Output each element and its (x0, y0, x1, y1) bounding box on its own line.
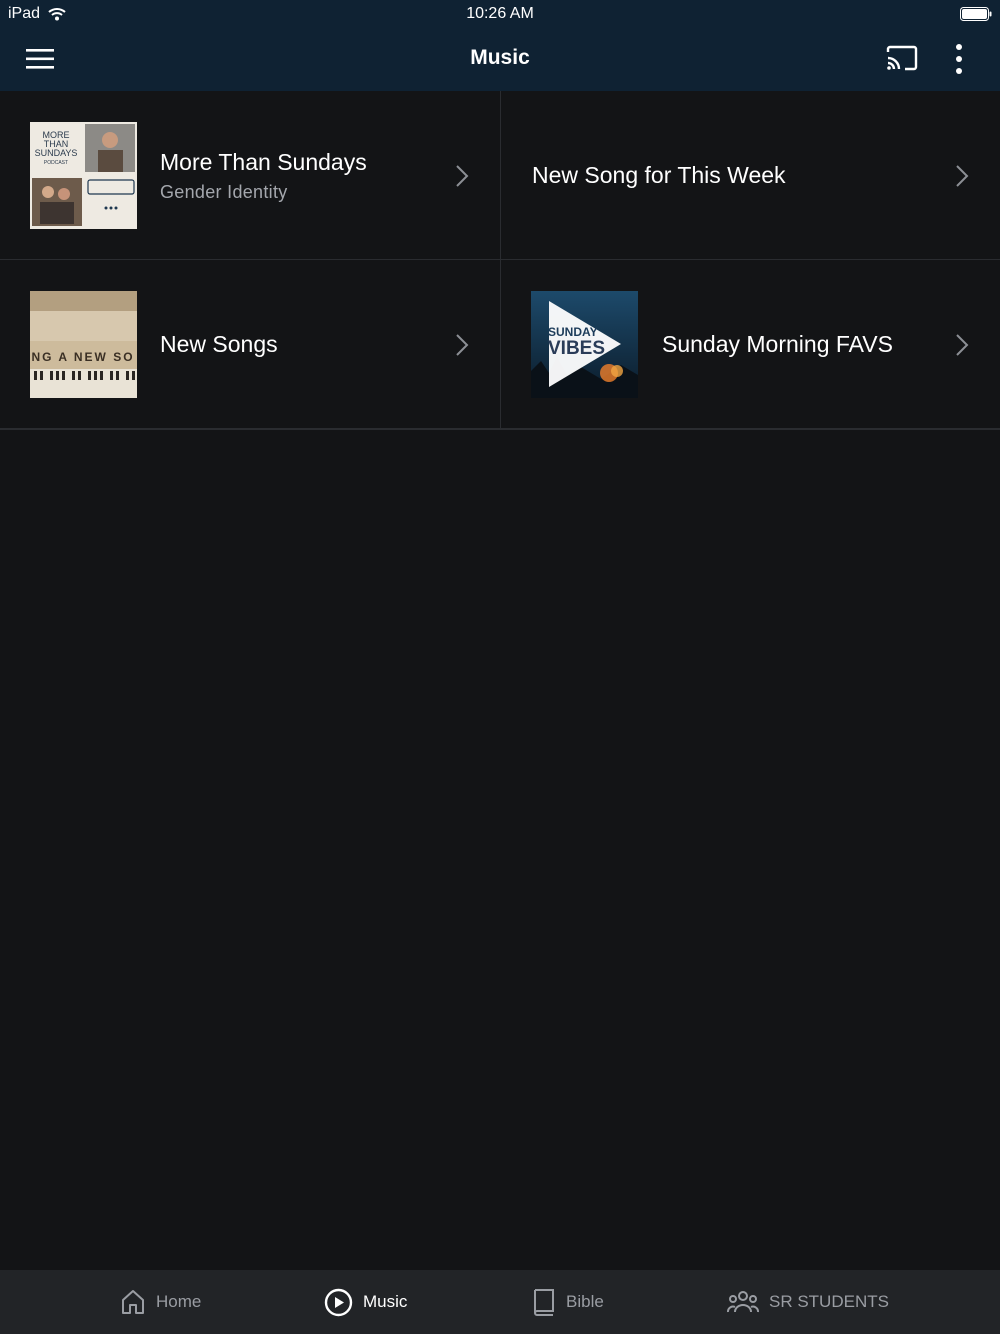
sunday-vibes-artwork-image: SUNDAY VIBES (531, 291, 638, 398)
book-icon (534, 1289, 554, 1316)
group-icon (727, 1291, 759, 1313)
tab-sr-students[interactable]: SR STUDENTS (727, 1270, 889, 1334)
chevron-right-icon (456, 165, 469, 187)
chevron-right-icon (456, 334, 469, 356)
tab-bible[interactable]: Bible (532, 1270, 604, 1334)
thumb-text-4: PODCAST (44, 160, 68, 166)
page-title: Music (470, 46, 530, 69)
tab-music[interactable]: Music (324, 1270, 407, 1334)
tab-label: Bible (566, 1292, 604, 1311)
more-than-sundays-podcast-artwork: MORE THAN SUNDAYS PODCAST (30, 122, 137, 229)
more-vertical-icon[interactable] (944, 42, 974, 76)
thumb-text-1: SUNDAY (548, 325, 598, 339)
thumb-text: NG A NEW SO (31, 350, 134, 364)
status-time: 10:26 AM (466, 5, 534, 22)
item-text: New Songs (160, 260, 278, 429)
navigation-bar: Music (0, 28, 1000, 91)
tab-label: Home (156, 1292, 202, 1311)
tab-home[interactable]: Home (120, 1270, 201, 1334)
chevron-right-icon (956, 165, 969, 187)
item-subtitle: Gender Identity (160, 181, 288, 202)
item-title: New Songs (160, 331, 278, 357)
item-text: More Than Sundays Gender Identity (160, 91, 367, 260)
list-item-more-than-sundays[interactable]: MORE THAN SUNDAYS PODCAST More Than Sund… (0, 91, 500, 260)
item-text: Sunday Morning FAVS (662, 260, 893, 429)
home-icon (122, 1290, 144, 1314)
tab-label: SR STUDENTS (769, 1292, 889, 1311)
tab-bar: Home Music Bible SR STUDENTS (0, 1270, 1000, 1334)
thumb-text-2: VIBES (548, 338, 605, 359)
cast-icon[interactable] (884, 44, 920, 74)
piano-artwork-image: NG A NEW SO (30, 291, 137, 398)
list-item-sunday-morning-favs[interactable]: SUNDAY VIBES Sunday Morning FAVS (500, 260, 1000, 429)
item-title: More Than Sundays (160, 148, 367, 175)
sunday-vibes-artwork: SUNDAY VIBES (531, 291, 638, 398)
list-item-new-song-for-this-week[interactable]: New Song for This Week (500, 91, 1000, 260)
item-title: Sunday Morning FAVS (662, 331, 893, 357)
item-text: New Song for This Week (532, 91, 786, 260)
battery-icon (960, 7, 992, 21)
status-bar: iPad 10:26 AM (0, 0, 1000, 28)
play-circle-icon (324, 1288, 353, 1316)
thumb-text-3: SUNDAYS (35, 148, 78, 158)
tab-label: Music (363, 1292, 408, 1311)
chevron-right-icon (956, 334, 969, 356)
music-grid: MORE THAN SUNDAYS PODCAST More Than Sund… (0, 91, 1000, 430)
list-item-new-songs[interactable]: NG A NEW SO New Songs (0, 260, 500, 429)
item-title: New Song for This Week (532, 162, 786, 188)
piano-artwork: NG A NEW SO (30, 291, 137, 398)
podcast-artwork-image: MORE THAN SUNDAYS PODCAST (30, 122, 137, 229)
